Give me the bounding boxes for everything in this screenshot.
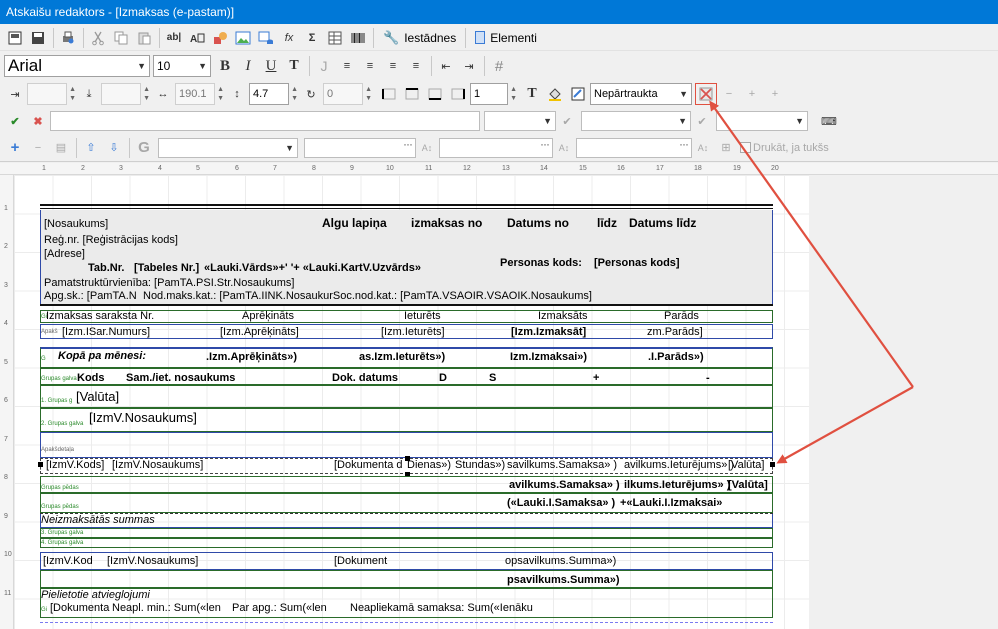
heading-parads[interactable]: Parāds: [664, 310, 699, 322]
heading-apreikinats[interactable]: Aprēķināts: [242, 310, 294, 322]
field-ieturets[interactable]: [Izm.Ieturēts]: [381, 326, 445, 338]
heading-kods[interactable]: Kods: [77, 372, 105, 384]
group-4-header-band[interactable]: [40, 538, 773, 548]
band-label: Grupas galva: [41, 376, 77, 382]
footer-summa[interactable]: psavilkums.Summa»): [507, 574, 620, 586]
footer-valuta[interactable]: [Valūta]: [728, 479, 768, 491]
band-label: 1. Grupas g: [41, 398, 73, 404]
summary-footer-band[interactable]: [40, 570, 773, 588]
field-summ-nos[interactable]: [IzmV.Nosaukums]: [107, 555, 198, 567]
field-datums-lidz[interactable]: Datums līdz: [629, 216, 696, 230]
selection-handle[interactable]: [38, 462, 43, 467]
heading-nr[interactable]: Izmaksas saraksta Nr.: [46, 310, 154, 322]
band-label: Gi: [41, 607, 47, 613]
field-valuta[interactable]: [Valūta]: [76, 389, 119, 404]
field-izmv-nos[interactable]: [IzmV.Nosaukums]: [112, 459, 203, 471]
label-izmaksas-no[interactable]: izmaksas no: [411, 216, 482, 230]
heading-d[interactable]: D: [439, 372, 447, 384]
heading-sam[interactable]: Sam./iet. nosaukums: [126, 372, 235, 384]
band-label: Grupas pēdas: [41, 485, 79, 491]
header-rule: [40, 304, 773, 306]
field-detail-valuta[interactable]: [Valūta]: [728, 459, 765, 471]
footer-lauki-izmaksai[interactable]: +«Lauki.I.Izmaksai»: [620, 497, 722, 509]
band-label: Apakš: [41, 329, 58, 335]
field-datums-no[interactable]: Datums no: [507, 216, 569, 230]
field-izmv-kods[interactable]: [IzmV.Kods]: [46, 459, 104, 471]
band-label: Grupas pēdas: [41, 504, 79, 510]
field-personas-kods[interactable]: [Personas kods]: [594, 257, 680, 269]
band-label: G: [41, 356, 46, 362]
field-neapliekama[interactable]: Neapliekamā samaksa: Sum(«Ienāku: [350, 602, 533, 614]
label-lidz[interactable]: līdz: [597, 216, 617, 230]
heading-dok-datums[interactable]: Dok. datums: [332, 372, 398, 384]
field-summ-summa[interactable]: opsavilkums.Summa»): [505, 555, 616, 567]
band-label: 3. Grupas galva: [41, 530, 84, 536]
field-ieturejums[interactable]: avilkums.Ieturējums» ): [624, 459, 734, 471]
heading-s[interactable]: S: [489, 372, 496, 384]
report-bands: [Nosaukums] Algu lapiņa izmaksas no Datu…: [0, 0, 998, 629]
field-nosaukums[interactable]: [Nosaukums]: [44, 218, 108, 230]
group-3-header-band[interactable]: [40, 528, 773, 538]
total-ieturets[interactable]: as.Izm.Ieturēts»): [359, 351, 445, 363]
total-izmaksai[interactable]: Izm.Izmaksai»): [510, 351, 587, 363]
header-rule: [40, 208, 773, 209]
footer-lauki-samaksa[interactable]: («Lauki.I.Samaksa» ): [507, 497, 615, 509]
band-label: 2. Grupas galva: [41, 421, 84, 427]
band-label: 4. Grupas galva: [41, 540, 84, 546]
field-stundas[interactable]: Stundas»): [455, 459, 505, 471]
header-rule: [40, 204, 773, 206]
selection-handle[interactable]: [405, 456, 410, 461]
field-izmv-nosaukums[interactable]: [IzmV.Nosaukums]: [89, 410, 197, 425]
field-dokumenta[interactable]: [Dokumenta: [50, 602, 109, 614]
field-parads[interactable]: zm.Parāds]: [647, 326, 703, 338]
field-adrese[interactable]: [Adrese]: [44, 248, 85, 260]
field-isar-numurs[interactable]: [Izm.ISar.Numurs]: [62, 326, 150, 338]
field-tabnr[interactable]: [Tabeles Nr.]: [134, 262, 199, 274]
field-neapl-min[interactable]: Neapl. min.: Sum(«len: [112, 602, 221, 614]
field-summ-dok[interactable]: [Dokument: [334, 555, 387, 567]
field-pamatstr[interactable]: Pamatstruktūrvienība: [PamTA.PSI.Str.Nos…: [44, 277, 294, 289]
label-tabnr[interactable]: Tab.Nr.: [88, 262, 124, 274]
label-algu[interactable]: Algu lapiņa: [322, 216, 387, 230]
heading-plus[interactable]: +: [593, 372, 599, 384]
label-neizmaksatas[interactable]: Neizmaksātās summas: [41, 514, 155, 526]
total-aprekinats[interactable]: .Izm.Aprēķināts»): [206, 351, 297, 363]
heading-minus[interactable]: -: [706, 372, 710, 384]
heading-ieturets[interactable]: Ieturēts: [404, 310, 441, 322]
group-1-header-band[interactable]: [40, 385, 773, 408]
field-aprekinats[interactable]: [Izm.Aprēķināts]: [220, 326, 299, 338]
label-kopa[interactable]: Kopā pa mēnesi:: [58, 350, 146, 362]
field-regnr[interactable]: Reģ.nr. [Reģistrācijas kods]: [44, 234, 178, 246]
selection-handle[interactable]: [770, 462, 775, 467]
field-nodmaks[interactable]: Nod.maks.kat.: [PamTA.IINK.NosaukurSoc.n…: [143, 290, 592, 302]
subdetail-band[interactable]: [40, 432, 773, 458]
field-apgsk[interactable]: Apg.sk.: [PamTA.N: [44, 290, 137, 302]
label-personas-kods[interactable]: Personas kods:: [500, 257, 582, 269]
field-par-apg[interactable]: Par apg.: Sum(«len: [232, 602, 327, 614]
field-summ-kods[interactable]: [IzmV.Kod: [43, 555, 93, 567]
field-vards[interactable]: «Lauki.Vārds»+' '+ «Lauki.KartV.Uzvārds»: [204, 262, 421, 274]
field-izmaksai[interactable]: [Izm.Izmaksāt]: [511, 326, 586, 338]
field-dienas[interactable]: Dienas»): [407, 459, 451, 471]
total-parads[interactable]: .I.Parāds»): [648, 351, 704, 363]
dashed-rule: [40, 622, 773, 623]
label-pielietotie[interactable]: Pielietotie atvieglojumi: [41, 589, 150, 601]
band-label: Apakšdetaļa: [41, 447, 75, 453]
heading-izmaksats[interactable]: Izmaksāts: [538, 310, 588, 322]
footer-ieturejums[interactable]: ilkums.Ieturējums» ): [624, 479, 730, 491]
footer-samaksa[interactable]: avilkums.Samaksa» ): [509, 479, 620, 491]
field-samaksa[interactable]: savilkums.Samaksa» ): [507, 459, 617, 471]
field-dokumenta-datums[interactable]: [Dokumenta d: [334, 459, 402, 471]
